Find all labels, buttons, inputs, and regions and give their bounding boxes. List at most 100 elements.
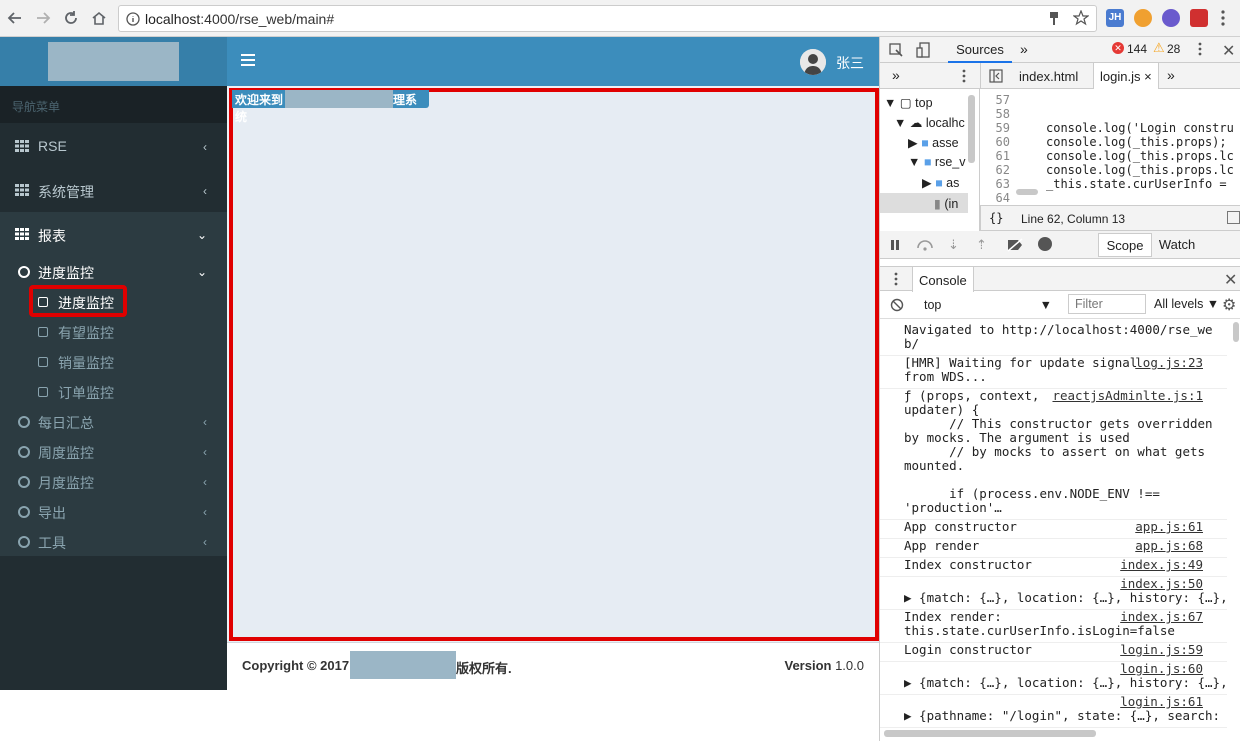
tree-item-as[interactable]: ▶ ■ as — [922, 175, 959, 190]
line-number[interactable]: 62 — [980, 163, 1010, 177]
submenu-item-orders[interactable]: 订单监控 — [0, 383, 227, 401]
tree-item-index-file[interactable]: ▮ (in — [880, 193, 968, 213]
hamburger-menu-icon[interactable] — [241, 54, 255, 66]
tab-watch[interactable]: Watch — [1152, 233, 1202, 257]
extension-jh-icon[interactable]: JH — [1106, 9, 1124, 27]
tree-item-assets[interactable]: ▶ ■ asse — [908, 135, 959, 150]
context-select[interactable]: top ▼ — [914, 294, 1056, 316]
toggle-drawer-icon[interactable] — [1227, 211, 1240, 224]
line-number[interactable]: 63 — [980, 177, 1010, 191]
more-tabs-icon[interactable]: » — [1020, 41, 1028, 57]
copyright-suffix: 版权所有. — [456, 661, 512, 676]
console-source-link[interactable]: app.js:61 — [1135, 520, 1203, 534]
console-source-link[interactable]: login.js:61 — [1120, 695, 1203, 709]
tree-item-top[interactable]: ▼ ▢ top — [884, 95, 933, 110]
star-icon[interactable] — [1073, 10, 1089, 26]
extension-bee-icon[interactable] — [1134, 9, 1152, 27]
sidebar-group-weekly[interactable]: 周度监控 ‹ — [0, 443, 227, 463]
console-source-link[interactable]: log.js:23 — [1135, 356, 1203, 370]
back-arrow-icon[interactable] — [6, 9, 24, 27]
close-icon[interactable]: ✕ — [1222, 41, 1235, 61]
sidebar-group-tools[interactable]: 工具 ‹ — [0, 533, 227, 553]
submenu-item-progress[interactable]: 进度监控 — [0, 293, 227, 311]
step-out-icon[interactable]: ⇡ — [976, 237, 987, 253]
avatar[interactable] — [800, 49, 826, 75]
info-icon[interactable] — [126, 12, 140, 26]
kebab-menu-icon[interactable] — [1220, 10, 1226, 26]
scrollbar[interactable] — [1016, 189, 1038, 195]
sidebar-item-reports[interactable]: 报表 ⌄ — [0, 226, 227, 246]
close-icon[interactable]: × — [1144, 69, 1152, 84]
console-source-link[interactable]: login.js:59 — [1120, 643, 1203, 657]
home-icon[interactable] — [90, 9, 108, 27]
line-number[interactable]: 60 — [980, 135, 1010, 149]
scrollbar[interactable] — [884, 730, 1096, 737]
sidebar-group-monthly[interactable]: 月度监控 ‹ — [0, 473, 227, 493]
more-tabs-icon[interactable]: » — [892, 67, 900, 83]
tab-scope[interactable]: Scope — [1098, 233, 1152, 257]
code-editor[interactable]: 57 58 59 console.log('Login constru 60 consol… — [980, 89, 1240, 205]
inspect-icon[interactable] — [889, 43, 903, 57]
console-source-link[interactable]: index.js:67 — [1120, 610, 1203, 624]
submenu-item-expected[interactable]: 有望监控 — [0, 323, 227, 341]
scrollbar[interactable] — [968, 95, 975, 163]
line-number[interactable]: 64 — [980, 191, 1010, 205]
paintbrush-icon[interactable] — [1047, 11, 1061, 27]
toggle-navigator-icon[interactable] — [989, 69, 1003, 83]
submenu-item-sales[interactable]: 销量监控 — [0, 353, 227, 371]
sidebar-item-system[interactable]: 系统管理 ‹ — [0, 182, 227, 202]
console-source-link[interactable]: reactjsAdminlte.js:1 — [1052, 389, 1203, 403]
line-number[interactable]: 61 — [980, 149, 1010, 163]
error-icon[interactable]: ✕ — [1112, 42, 1124, 54]
circle-icon — [18, 506, 30, 518]
error-count[interactable]: 144 — [1127, 42, 1147, 56]
forward-arrow-icon[interactable] — [34, 9, 52, 27]
pause-icon[interactable] — [890, 239, 900, 251]
console-source-link[interactable]: index.js:50 — [1120, 577, 1203, 591]
step-over-icon[interactable] — [916, 239, 934, 251]
sidebar-group-daily[interactable]: 每日汇总 ‹ — [0, 413, 227, 433]
sidebar-group-export[interactable]: 导出 ‹ — [0, 503, 227, 523]
line-number[interactable]: 59 — [980, 121, 1010, 135]
scrollbar[interactable] — [1233, 322, 1239, 342]
step-into-icon[interactable]: ⇣ — [948, 237, 959, 253]
gear-icon[interactable]: ⚙ — [1222, 295, 1236, 315]
tree-label: (in — [944, 197, 959, 211]
file-tab-index[interactable]: index.html — [1011, 63, 1086, 89]
tree-item-localhost[interactable]: ▼ ☁ localhc — [894, 115, 965, 130]
redacted-block — [350, 651, 456, 679]
tab-sources[interactable]: Sources — [948, 37, 1012, 63]
tab-sources-label: Sources — [956, 42, 1004, 57]
tab-console[interactable]: Console — [912, 267, 974, 292]
kebab-menu-icon[interactable] — [894, 272, 898, 286]
more-tabs-icon[interactable]: » — [1167, 67, 1175, 83]
user-name[interactable]: 张三 — [836, 53, 864, 73]
close-icon[interactable]: ✕ — [1224, 270, 1237, 290]
log-levels-select[interactable]: All levels ▼ — [1154, 297, 1219, 311]
extension-red-icon[interactable] — [1190, 9, 1208, 27]
file-tab-login[interactable]: login.js × — [1093, 63, 1159, 89]
console-message: ▶ {pathname: "/login", state: {…}, searc… — [880, 695, 1227, 728]
address-bar[interactable]: localhost:4000/rse_web/main# — [118, 5, 1097, 32]
clear-console-icon[interactable] — [890, 298, 904, 312]
kebab-menu-icon[interactable] — [1198, 42, 1202, 56]
tree-item-rse[interactable]: ▼ ■ rse_v — [908, 155, 965, 169]
kebab-menu-icon[interactable] — [962, 69, 966, 83]
console-source-link[interactable]: index.js:49 — [1120, 558, 1203, 572]
warning-icon[interactable]: ⚠ — [1153, 40, 1165, 56]
filter-input[interactable]: Filter — [1068, 294, 1146, 314]
sidebar-item-rse[interactable]: RSE ‹ — [0, 138, 227, 158]
pretty-print-icon[interactable]: {} — [989, 211, 1003, 225]
deactivate-breakpoints-icon[interactable] — [1006, 238, 1024, 252]
device-toggle-icon[interactable] — [916, 42, 930, 58]
warning-count[interactable]: 28 — [1167, 42, 1180, 56]
top-navbar: 张三 — [227, 37, 879, 86]
reload-icon[interactable] — [62, 9, 80, 27]
extension-circle-icon[interactable] — [1162, 9, 1180, 27]
console-source-link[interactable]: login.js:60 — [1120, 662, 1203, 676]
line-number[interactable]: 58 — [980, 107, 1010, 121]
line-number[interactable]: 57 — [980, 93, 1010, 107]
console-source-link[interactable]: app.js:68 — [1135, 539, 1203, 553]
sidebar-group-progress[interactable]: 进度监控 ⌄ — [0, 263, 227, 283]
pause-on-exceptions-icon[interactable] — [1038, 237, 1052, 251]
